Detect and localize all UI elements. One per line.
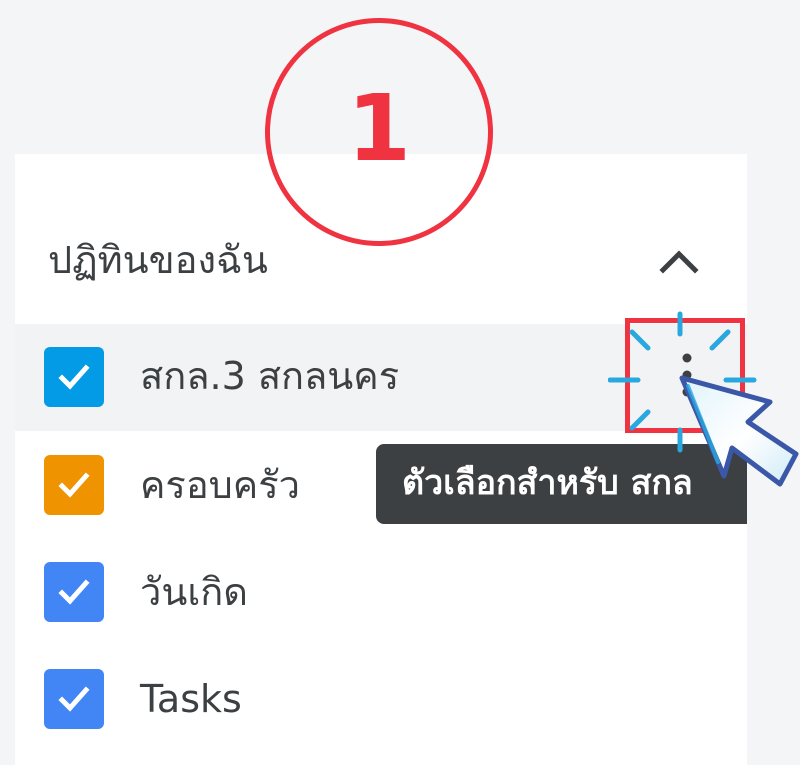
calendar-checkbox[interactable]: [44, 455, 104, 515]
calendar-item-tasks[interactable]: Tasks: [15, 645, 747, 752]
check-icon: [58, 472, 90, 498]
check-icon: [58, 579, 90, 605]
check-icon: [58, 364, 90, 390]
section-title: ปฏิทินของฉัน: [48, 238, 268, 282]
step-number: 1: [346, 75, 411, 182]
calendar-checkbox[interactable]: [44, 347, 104, 407]
calendar-checkbox[interactable]: [44, 562, 104, 622]
calendar-label: สกล.3 สกลนคร: [140, 354, 400, 398]
tooltip-text: ตัวเลือกสำหรับ สกล: [402, 463, 693, 503]
calendar-checkbox[interactable]: [44, 669, 104, 729]
pointer-cursor-icon: [679, 375, 799, 487]
calendar-label: Tasks: [140, 677, 242, 721]
step-number-badge: 1: [265, 18, 493, 246]
calendar-label: วันเกิด: [140, 570, 248, 614]
calendar-label: ครอบครัว: [140, 463, 300, 507]
chevron-up-icon[interactable]: [655, 240, 703, 280]
calendar-item-birthdays[interactable]: วันเกิด: [15, 538, 747, 645]
check-icon: [58, 686, 90, 712]
tutorial-screenshot: 1 ปฏิทินของฉัน สกล.3 สกลนคร ครอบครัว วัน…: [0, 0, 800, 765]
